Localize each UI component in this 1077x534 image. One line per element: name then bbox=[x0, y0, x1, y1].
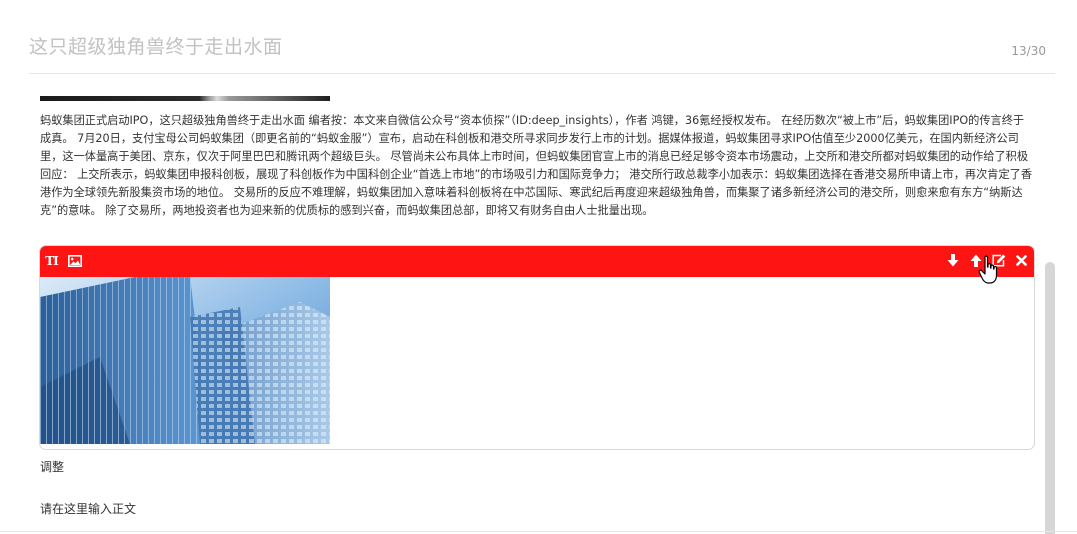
close-icon[interactable] bbox=[1014, 252, 1029, 269]
edit-icon[interactable] bbox=[991, 252, 1006, 269]
title-char-counter: 13/30 bbox=[1011, 44, 1046, 58]
article-body-paragraph[interactable]: 蚂蚁集团正式启动IPO，这只超级独角兽终于走出水面 编者按：本文来自微信公众号“… bbox=[40, 112, 1034, 220]
image-block-toolbar: TI bbox=[40, 246, 1034, 277]
divider bbox=[0, 531, 1077, 532]
building-photo[interactable] bbox=[40, 277, 330, 444]
image-icon[interactable] bbox=[67, 252, 82, 269]
arrow-up-icon[interactable] bbox=[968, 252, 983, 269]
arrow-down-icon[interactable] bbox=[945, 252, 960, 269]
article-editor: 这只超级独角兽终于走出水面 13/30 蚂蚁集团正式启动IPO，这只超级独角兽终… bbox=[0, 0, 1077, 534]
image-caption[interactable]: 调整 bbox=[40, 458, 64, 475]
previous-image-edge bbox=[40, 96, 330, 101]
image-block[interactable]: TI bbox=[39, 245, 1035, 450]
body-input[interactable]: 请在这里输入正文 bbox=[40, 500, 136, 517]
article-title-input[interactable]: 这只超级独角兽终于走出水面 bbox=[29, 32, 283, 59]
text-icon-glyph: TI bbox=[45, 253, 59, 268]
scrollbar[interactable] bbox=[1045, 262, 1055, 534]
title-bar: 这只超级独角兽终于走出水面 13/30 bbox=[29, 28, 1055, 74]
text-icon[interactable]: TI bbox=[44, 252, 59, 269]
